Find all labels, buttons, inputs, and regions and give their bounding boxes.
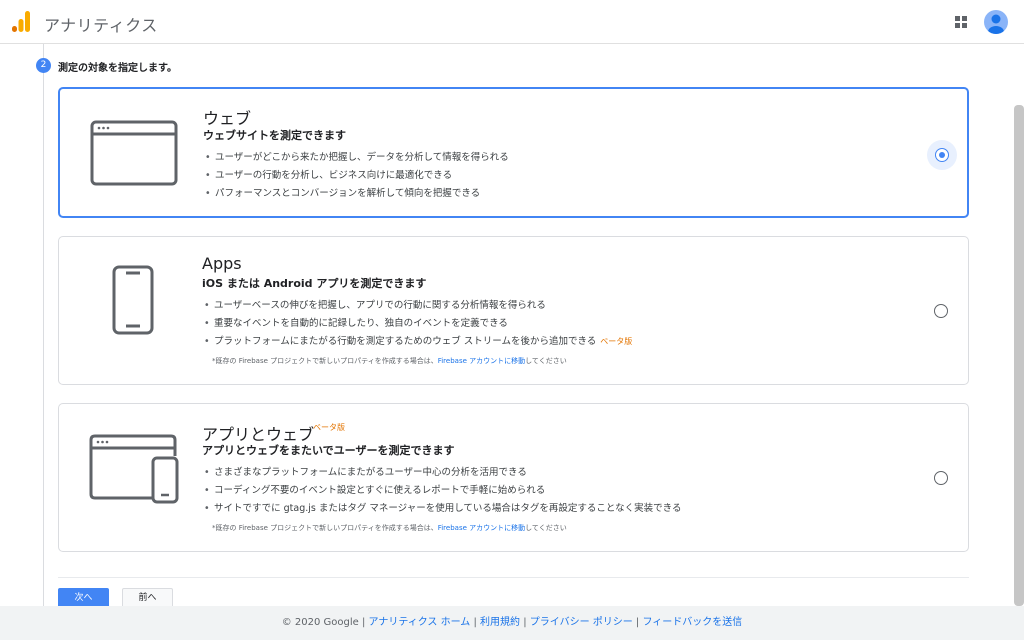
browser-and-phone-icon	[89, 434, 179, 504]
list-item: パフォーマンスとコンバージョンを解析して傾向を把握できる	[203, 185, 509, 203]
card-subtitle: アプリとウェブをまたいでユーザーを測定できます	[202, 444, 455, 457]
section-divider	[58, 577, 969, 578]
user-avatar-icon[interactable]	[984, 10, 1008, 34]
app-title[interactable]: アナリティクス	[44, 12, 158, 36]
card-footnote: *既存の Firebase プロジェクトで新しいプロパティを作成する場合は、Fi…	[212, 523, 567, 533]
list-item: ユーザーベースの伸びを把握し、アプリでの行動に関する分析情報を得られる	[202, 297, 632, 315]
analytics-logo-icon[interactable]	[12, 11, 30, 33]
card-title: Apps	[202, 254, 242, 273]
card-footnote: *既存の Firebase プロジェクトで新しいプロパティを作成する場合は、Fi…	[212, 356, 567, 366]
firebase-account-link[interactable]: Firebase アカウントに移動	[438, 524, 525, 532]
step-number-badge: 2	[36, 58, 51, 73]
card-subtitle: ウェブサイトを測定できます	[203, 129, 346, 142]
list-item: コーディング不要のイベント設定とすぐに使えるレポートで手軽に始められる	[202, 482, 681, 500]
radio-apps[interactable]	[934, 304, 948, 318]
card-bullets: ユーザーベースの伸びを把握し、アプリでの行動に関する分析情報を得られる 重要なイ…	[202, 297, 632, 351]
card-bullets: さまざまなプラットフォームにまたがるユーザー中心の分析を活用できる コーディング…	[202, 464, 681, 518]
option-card-app-and-web[interactable]: アプリとウェブ ベータ版 アプリとウェブをまたいでユーザーを測定できます さまざ…	[58, 403, 969, 552]
card-bullets: ユーザーがどこから来たか把握し、データを分析して情報を得られる ユーザーの行動を…	[203, 149, 509, 203]
beta-badge: ベータ版	[600, 337, 633, 346]
list-item: ユーザーの行動を分析し、ビジネス向けに最適化できる	[203, 167, 509, 185]
copyright-text: © 2020 Google	[281, 617, 359, 628]
list-item: プラットフォームにまたがる行動を測定するためのウェブ ストリームを後から追加でき…	[202, 333, 632, 351]
footnote-text-end: してください	[525, 357, 567, 365]
smartphone-icon	[112, 265, 154, 335]
browser-window-icon	[90, 120, 178, 186]
top-bar: アナリティクス	[0, 0, 1024, 44]
list-item: さまざまなプラットフォームにまたがるユーザー中心の分析を活用できる	[202, 464, 681, 482]
step-timeline	[43, 44, 44, 606]
card-title: ウェブ	[203, 109, 252, 128]
list-item-text: プラットフォームにまたがる行動を測定するためのウェブ ストリームを後から追加でき…	[214, 336, 597, 347]
footnote-text-end: してください	[525, 524, 567, 532]
privacy-policy-link[interactable]: プライバシー ポリシー	[530, 617, 633, 628]
terms-link[interactable]: 利用規約	[480, 617, 520, 628]
list-item: ユーザーがどこから来たか把握し、データを分析して情報を得られる	[203, 149, 509, 167]
firebase-account-link[interactable]: Firebase アカウントに移動	[438, 357, 525, 365]
next-button[interactable]: 次へ	[58, 588, 109, 608]
option-card-apps[interactable]: Apps iOS または Android アプリを測定できます ユーザーベースの…	[58, 236, 969, 385]
back-button[interactable]: 前へ	[122, 588, 173, 608]
page-footer: © 2020 Google | アナリティクス ホーム | 利用規約 | プライ…	[0, 606, 1024, 640]
scrollbar[interactable]	[1014, 105, 1024, 606]
radio-app-and-web[interactable]	[934, 471, 948, 485]
card-subtitle: iOS または Android アプリを測定できます	[202, 277, 427, 290]
radio-web[interactable]	[935, 148, 949, 162]
grid-apps-icon[interactable]	[955, 16, 967, 28]
list-item: サイトですでに gtag.js またはタグ マネージャーを使用している場合はタグ…	[202, 500, 681, 518]
send-feedback-link[interactable]: フィードバックを送信	[642, 617, 742, 628]
option-card-web[interactable]: ウェブ ウェブサイトを測定できます ユーザーがどこから来たか把握し、データを分析…	[58, 87, 969, 218]
footnote-text: *既存の Firebase プロジェクトで新しいプロパティを作成する場合は、	[212, 524, 438, 532]
beta-badge: ベータ版	[313, 423, 345, 432]
footnote-text: *既存の Firebase プロジェクトで新しいプロパティを作成する場合は、	[212, 357, 438, 365]
step-title: 測定の対象を指定します。	[58, 63, 177, 74]
list-item: 重要なイベントを自動的に記録したり、独自のイベントを定義できる	[202, 315, 632, 333]
analytics-home-link[interactable]: アナリティクス ホーム	[369, 617, 471, 628]
